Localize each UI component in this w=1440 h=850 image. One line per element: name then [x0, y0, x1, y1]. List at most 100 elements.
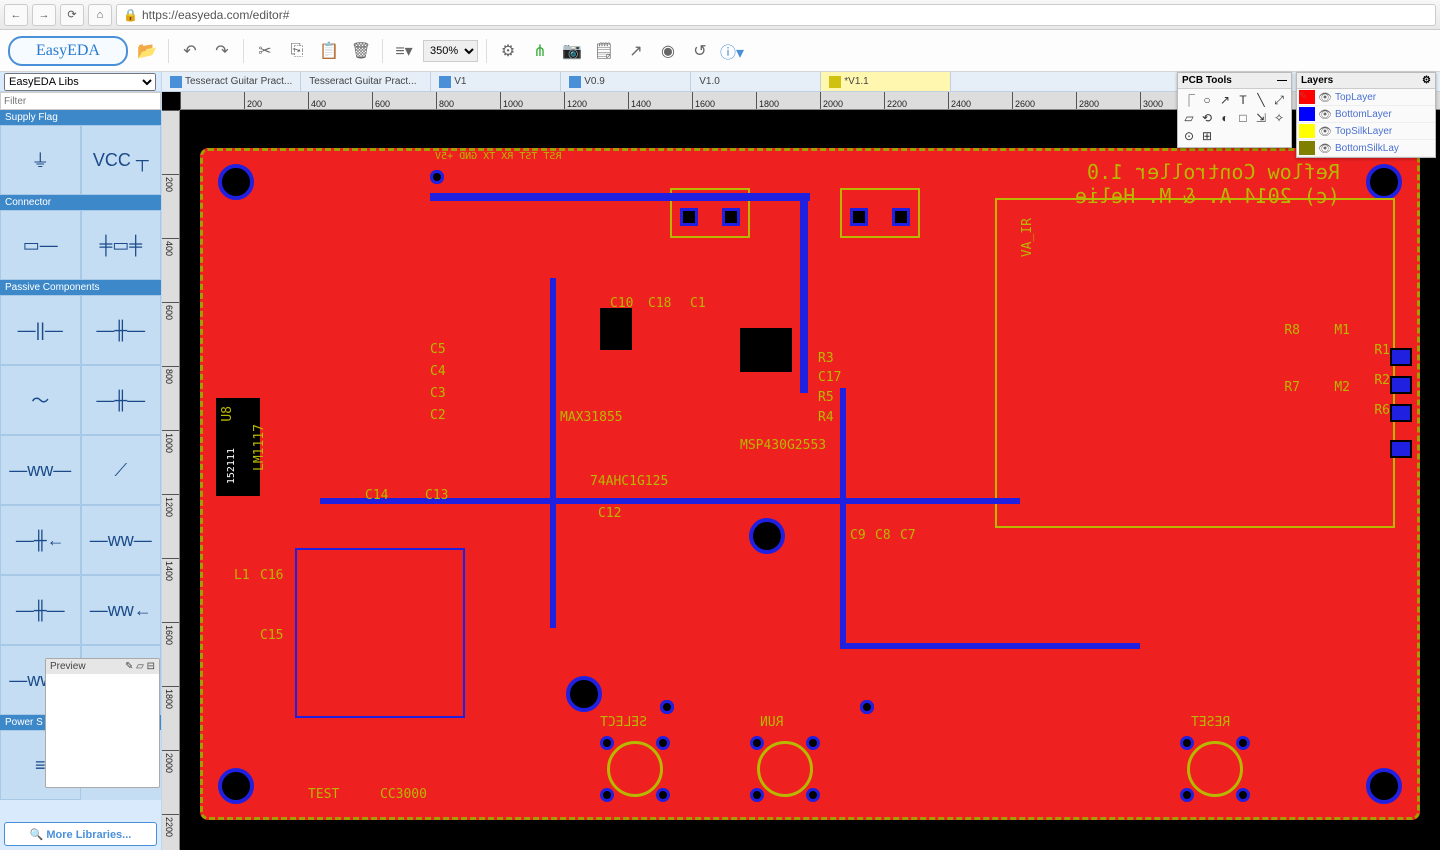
lib-component-cell[interactable]: ╪▭╪ [81, 210, 162, 280]
document-tab[interactable]: Tesseract Guitar Pract... [301, 72, 431, 91]
pcb-tool-icon[interactable]: ⊞ [1198, 127, 1216, 145]
lib-select[interactable]: EasyEDA Libs [4, 73, 156, 91]
paste-icon[interactable]: 📋 [316, 38, 342, 64]
ruler-tick: 1600 [162, 622, 179, 686]
pcb-tool-icon[interactable]: ▱ [1180, 109, 1198, 127]
silk-label: C4 [430, 364, 446, 379]
lib-section-head[interactable]: Connector [0, 195, 161, 210]
url-bar[interactable]: 🔒 https://easyeda.com/editor# [116, 4, 1436, 26]
silk-label: C5 [430, 342, 446, 357]
silk-label: R3 [818, 351, 834, 366]
document-tab[interactable]: *V1.1 [821, 72, 951, 91]
silk-label: C18 [648, 296, 671, 311]
lib-component-cell[interactable]: ⏚ [0, 125, 81, 195]
lib-component-cell[interactable]: —╫← [0, 505, 81, 575]
silk-label: U8 [220, 406, 235, 422]
gear-icon[interactable]: ⚙ [1422, 75, 1431, 86]
lib-section-head[interactable]: Passive Components [0, 280, 161, 295]
pcb-tool-icon[interactable]: ⇲ [1252, 109, 1270, 127]
lib-component-cell[interactable]: —ww← [81, 575, 162, 645]
ruler-tick: 2000 [820, 92, 884, 109]
button-pad [750, 736, 820, 802]
back-button[interactable]: ← [4, 4, 28, 26]
layer-row[interactable]: 👁BottomLayer [1297, 106, 1435, 123]
tab-label: V0.9 [584, 76, 605, 87]
pcb-tool-icon[interactable]: ⤢ [1270, 91, 1288, 109]
eye-icon[interactable]: 👁 [1318, 142, 1332, 155]
silk-label: C12 [598, 506, 621, 521]
lib-component-cell[interactable]: —╫— [0, 575, 81, 645]
silk-title2: (c) 2014 A. & M. Helie [1075, 184, 1340, 208]
document-tab[interactable]: V1 [431, 72, 561, 91]
lib-component-cell[interactable]: ⟋ [81, 435, 162, 505]
filter-input[interactable] [0, 92, 161, 110]
lib-component-cell[interactable]: ～ [0, 365, 81, 435]
more-libraries-button[interactable]: 🔍 More Libraries... [4, 822, 157, 846]
lib-component-cell[interactable]: —ww— [0, 435, 81, 505]
silk-label: R8 [1284, 323, 1300, 338]
document-tab[interactable]: Tesseract Guitar Pract... [162, 72, 301, 91]
pcb-tool-icon[interactable]: ◐ [1216, 109, 1234, 127]
layer-row[interactable]: ✎👁TopLayer [1297, 89, 1435, 106]
lib-component-cell[interactable]: —╫— [81, 365, 162, 435]
gear-icon[interactable]: ⚙ [495, 38, 521, 64]
minimize-icon[interactable]: — [1277, 75, 1287, 86]
pcb-tool-icon[interactable]: ↗ [1216, 91, 1234, 109]
lib-component-cell[interactable]: —╫— [81, 295, 162, 365]
delete-icon[interactable]: 🗑 [348, 38, 374, 64]
share-icon[interactable]: ⋔ [527, 38, 553, 64]
pcb-tool-icon[interactable]: □ [1234, 109, 1252, 127]
ruler-tick: 2400 [948, 92, 1012, 109]
pcb-tool-icon[interactable]: T [1234, 91, 1252, 109]
display-outline [995, 198, 1395, 528]
pcb-tool-icon[interactable]: ✧ [1270, 109, 1288, 127]
align-icon[interactable]: ≡▾ [391, 38, 417, 64]
pcb-tool-icon[interactable]: ⎾ [1180, 91, 1198, 109]
pcb-tools-panel: PCB Tools— ⎾○↗T╲⤢▱⟲◐□⇲✧⊙⊞ [1177, 72, 1292, 148]
ruler-tick: 2800 [1076, 92, 1140, 109]
cut-icon[interactable]: ✂ [252, 38, 278, 64]
zoom-select[interactable]: 350% [423, 40, 478, 62]
silk-label: C1 [690, 296, 706, 311]
tab-label: V1.0 [699, 76, 720, 87]
layer-row[interactable]: 👁TopSilkLayer [1297, 123, 1435, 140]
lib-component-cell[interactable]: ▭— [0, 210, 81, 280]
silk-label: C15 [260, 628, 283, 643]
layer-color-swatch: ✎ [1299, 90, 1315, 104]
forward-button[interactable]: → [32, 4, 56, 26]
lib-component-cell[interactable]: VCC ┬ [81, 125, 162, 195]
steam-icon[interactable]: ◉ [655, 38, 681, 64]
pcb-tool-icon[interactable]: ⊙ [1180, 127, 1198, 145]
document-tab[interactable]: V0.9 [561, 72, 691, 91]
bom-icon[interactable]: 🗒 [591, 38, 617, 64]
pcb-canvas[interactable]: RST TST RX TX GND +5V [180, 110, 1440, 850]
pcb-board[interactable]: RST TST RX TX GND +5V [200, 148, 1420, 820]
layer-row[interactable]: 👁BottomSilkLay [1297, 140, 1435, 157]
undo-icon[interactable]: ↶ [177, 38, 203, 64]
camera-icon[interactable]: 📷 [559, 38, 585, 64]
ruler-tick: 800 [436, 92, 500, 109]
eye-icon[interactable]: 👁 [1318, 108, 1332, 121]
main-toolbar: EasyEDA 📂 ↶ ↷ ✂ ⎘ 📋 🗑 ≡▾ 350% ⚙ ⋔ 📷 🗒 ↗ … [0, 30, 1440, 72]
reload-button[interactable]: ⟳ [60, 4, 84, 26]
eye-icon[interactable]: 👁 [1318, 91, 1332, 104]
eye-icon[interactable]: 👁 [1318, 125, 1332, 138]
edge-pads [1390, 348, 1412, 458]
redo-icon[interactable]: ↷ [209, 38, 235, 64]
pcb-tool-icon[interactable]: ╲ [1252, 91, 1270, 109]
open-icon[interactable]: 📂 [134, 38, 160, 64]
lib-component-cell[interactable]: —||— [0, 295, 81, 365]
info-icon[interactable]: ⓘ▾ [719, 38, 745, 64]
pcb-tool-icon[interactable]: ○ [1198, 91, 1216, 109]
home-button[interactable]: ⌂ [88, 4, 112, 26]
pcb-tool-icon[interactable]: ⟲ [1198, 109, 1216, 127]
easyeda-logo[interactable]: EasyEDA [8, 36, 128, 66]
export-icon[interactable]: ↗ [623, 38, 649, 64]
copy-icon[interactable]: ⎘ [284, 38, 310, 64]
preview-toolbar-icon[interactable]: ✎ ▱ ⊟ [125, 661, 155, 672]
lib-section-head[interactable]: Supply Flag [0, 110, 161, 125]
mounting-hole [218, 164, 254, 200]
history-icon[interactable]: ↺ [687, 38, 713, 64]
lib-component-cell[interactable]: —ww— [81, 505, 162, 575]
document-tab[interactable]: V1.0 [691, 72, 821, 91]
